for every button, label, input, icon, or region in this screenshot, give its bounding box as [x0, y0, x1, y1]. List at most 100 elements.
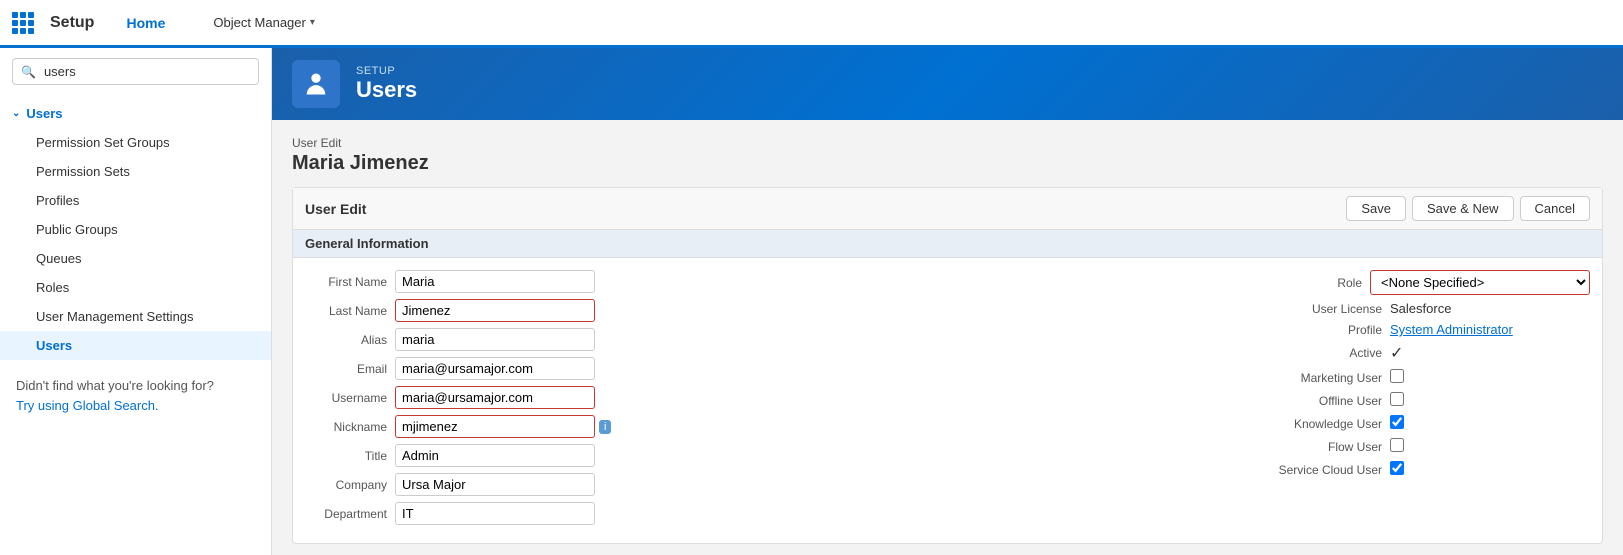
global-search-link[interactable]: Try using Global Search. [16, 398, 159, 413]
sidebar-item-users[interactable]: Users [0, 331, 271, 360]
last-name-input[interactable] [395, 299, 595, 322]
sidebar-item-profiles[interactable]: Profiles [0, 186, 271, 215]
form-row-active: Active ✓ [960, 343, 1591, 363]
username-label: Username [305, 391, 395, 405]
page-header-icon [292, 60, 340, 108]
form-row-flow-user: Flow User [960, 438, 1591, 455]
form-row-company: Company [305, 473, 936, 496]
page-header: SETUP Users [272, 48, 1623, 120]
service-cloud-user-checkbox[interactable] [1390, 461, 1404, 475]
sidebar-section: ⌄ Users Permission Set Groups Permission… [0, 95, 271, 364]
role-select[interactable]: <None Specified> [1370, 270, 1590, 295]
form-row-knowledge-user: Knowledge User [960, 415, 1591, 432]
form-area: User Edit Maria Jimenez User Edit Save S… [272, 120, 1623, 555]
user-edit-name: Maria Jimenez [292, 152, 1603, 175]
user-license-label: User License [1270, 302, 1390, 316]
marketing-user-checkbox[interactable] [1390, 369, 1404, 383]
title-input[interactable] [395, 444, 595, 467]
first-name-label: First Name [305, 275, 395, 289]
nickname-label: Nickname [305, 420, 395, 434]
flow-user-value [1390, 438, 1590, 455]
email-label: Email [305, 362, 395, 376]
sidebar-item-queues[interactable]: Queues [0, 244, 271, 273]
search-box[interactable]: 🔍 [12, 58, 259, 85]
expand-chevron-icon: ⌄ [12, 108, 20, 119]
first-name-input[interactable] [395, 270, 595, 293]
sidebar-item-public-groups[interactable]: Public Groups [0, 215, 271, 244]
knowledge-user-value [1390, 415, 1590, 432]
form-row-username: Username [305, 386, 936, 409]
edit-panel: User Edit Save Save & New Cancel General… [292, 187, 1603, 544]
company-label: Company [305, 478, 395, 492]
app-grid-icon[interactable] [12, 12, 34, 34]
alias-label: Alias [305, 333, 395, 347]
sidebar-item-permission-sets[interactable]: Permission Sets [0, 157, 271, 186]
form-row-alias: Alias [305, 328, 936, 351]
form-left-col: First Name Last Name Alias Email [293, 266, 948, 535]
tab-home[interactable]: Home [110, 0, 181, 48]
form-row-email: Email [305, 357, 936, 380]
form-row-title: Title [305, 444, 936, 467]
knowledge-user-label: Knowledge User [1270, 417, 1390, 431]
active-label: Active [1270, 346, 1390, 360]
content: SETUP Users User Edit Maria Jimenez User… [272, 48, 1623, 555]
page-header-text: SETUP Users [356, 65, 417, 103]
service-cloud-user-value [1390, 461, 1590, 478]
title-label: Title [305, 449, 395, 463]
email-input[interactable] [395, 357, 595, 380]
offline-user-checkbox[interactable] [1390, 392, 1404, 406]
cancel-button[interactable]: Cancel [1520, 196, 1590, 221]
active-value: ✓ [1390, 343, 1590, 363]
profile-label: Profile [1270, 323, 1390, 337]
save-new-button[interactable]: Save & New [1412, 196, 1514, 221]
user-license-value: Salesforce [1390, 301, 1590, 316]
sidebar-item-roles[interactable]: Roles [0, 273, 271, 302]
edit-panel-title: User Edit [305, 201, 366, 217]
alias-input[interactable] [395, 328, 595, 351]
form-row-offline-user: Offline User [960, 392, 1591, 409]
active-checkmark: ✓ [1390, 345, 1403, 362]
form-row-department: Department [305, 502, 936, 525]
marketing-user-label: Marketing User [1270, 371, 1390, 385]
search-input[interactable] [44, 64, 250, 79]
username-input[interactable] [395, 386, 595, 409]
nickname-input[interactable] [395, 415, 595, 438]
form-grid: First Name Last Name Alias Email [293, 258, 1602, 543]
section-header: General Information [293, 230, 1602, 258]
department-label: Department [305, 507, 395, 521]
service-cloud-user-label: Service Cloud User [1270, 463, 1390, 477]
chevron-down-icon: ▾ [310, 17, 315, 28]
edit-panel-header: User Edit Save Save & New Cancel [293, 188, 1602, 230]
tab-object-manager[interactable]: Object Manager ▾ [197, 0, 331, 47]
save-button[interactable]: Save [1346, 196, 1406, 221]
search-icon: 🔍 [21, 65, 36, 79]
app-title: Setup [50, 14, 94, 32]
last-name-label: Last Name [305, 304, 395, 318]
flow-user-checkbox[interactable] [1390, 438, 1404, 452]
department-input[interactable] [395, 502, 595, 525]
nickname-info-button[interactable]: i [599, 420, 611, 434]
sidebar-item-users-parent[interactable]: ⌄ Users [0, 99, 271, 128]
form-row-nickname: Nickname i [305, 415, 936, 438]
top-nav: Setup Home Object Manager ▾ [0, 0, 1623, 48]
breadcrumb: User Edit [292, 136, 1603, 150]
sidebar-item-permission-set-groups[interactable]: Permission Set Groups [0, 128, 271, 157]
offline-user-label: Offline User [1270, 394, 1390, 408]
form-row-user-license: User License Salesforce [960, 301, 1591, 316]
knowledge-user-checkbox[interactable] [1390, 415, 1404, 429]
sidebar-not-found: Didn't find what you're looking for? Try… [0, 364, 271, 427]
button-group: Save Save & New Cancel [1346, 196, 1590, 221]
form-row-profile: Profile System Administrator [960, 322, 1591, 337]
company-input[interactable] [395, 473, 595, 496]
marketing-user-value [1390, 369, 1590, 386]
profile-link[interactable]: System Administrator [1390, 322, 1513, 337]
sidebar-item-user-management-settings[interactable]: User Management Settings [0, 302, 271, 331]
flow-user-label: Flow User [1270, 440, 1390, 454]
page-title: Users [356, 77, 417, 103]
form-right-col: Role <None Specified> User License Sales… [948, 266, 1603, 535]
form-row-role: Role <None Specified> [960, 270, 1591, 295]
form-row-marketing-user: Marketing User [960, 369, 1591, 386]
main-layout: 🔍 ⌄ Users Permission Set Groups Permissi… [0, 48, 1623, 555]
form-row-first-name: First Name [305, 270, 936, 293]
form-row-last-name: Last Name [305, 299, 936, 322]
